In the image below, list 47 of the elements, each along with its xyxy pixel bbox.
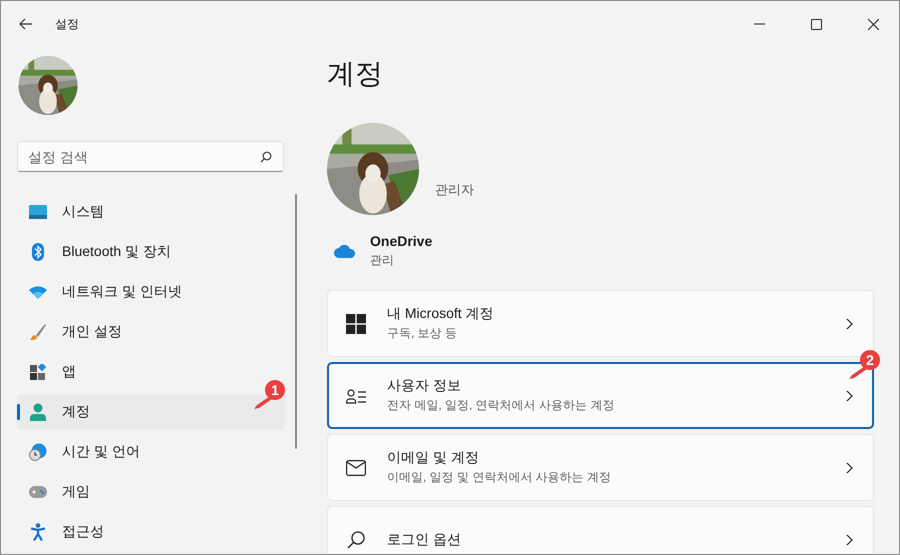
card-title: 로그인 옵션 (387, 530, 462, 548)
user-info-icon (345, 388, 367, 404)
card-title: 이메일 및 계정 (387, 449, 480, 467)
card-title: 사용자 정보 (387, 377, 462, 395)
window-title: 설정 (55, 16, 79, 32)
minimize-icon[interactable] (754, 23, 765, 25)
bluetooth-icon (29, 243, 47, 261)
windows-icon (345, 314, 367, 334)
card-description: 전자 메일, 일정, 연락처에서 사용하는 계정 (387, 397, 616, 414)
chevron-right-icon (846, 318, 853, 330)
cloud-icon (334, 244, 356, 258)
search-field[interactable]: 설정 검색 (17, 141, 284, 172)
mail-icon (345, 460, 367, 476)
nav-item[interactable]: 계정 (17, 394, 285, 430)
brush-icon (29, 323, 47, 341)
manage-link[interactable]: 관리 (370, 252, 432, 269)
onedrive-name: OneDrive (370, 233, 432, 249)
globe-clock-icon (29, 443, 47, 461)
apps-icon (29, 364, 47, 380)
wifi-icon (29, 286, 47, 298)
search-icon (260, 151, 272, 163)
nav-item[interactable]: 게임 (17, 474, 285, 510)
nav-item[interactable]: 시간 및 언어 (17, 434, 285, 470)
nav-item[interactable]: 네트워크 및 인터넷 (17, 274, 285, 310)
monitor-icon (29, 205, 47, 219)
chevron-right-icon (846, 534, 853, 546)
callout-badge: 1 (265, 380, 285, 400)
gamepad-icon (29, 486, 47, 498)
card-title: 내 Microsoft 계정 (387, 305, 495, 323)
back-icon[interactable] (19, 18, 33, 30)
chevron-right-icon (846, 390, 853, 402)
nav-item[interactable]: Bluetooth 및 장치 (17, 234, 285, 270)
settings-card[interactable]: 이메일 및 계정 이메일, 일정 및 연락처에서 사용하는 계정 (327, 434, 874, 501)
chevron-right-icon (846, 462, 853, 474)
settings-card[interactable]: 로그인 옵션 (327, 506, 874, 554)
page-title: 계정 (327, 57, 384, 91)
maximize-icon[interactable] (811, 18, 822, 30)
accessibility-icon (29, 523, 47, 541)
nav-item[interactable]: 접근성 (17, 514, 285, 550)
callout-badge: 2 (860, 350, 880, 370)
card-description: 구독, 보상 등 (387, 325, 458, 342)
card-description: 이메일, 일정 및 연락처에서 사용하는 계정 (387, 469, 612, 486)
nav-item[interactable]: 시스템 (17, 194, 285, 230)
person-icon (29, 403, 47, 421)
account-role: 관리자 (435, 181, 474, 199)
close-icon[interactable] (868, 18, 879, 30)
nav-item[interactable]: 개인 설정 (17, 314, 285, 350)
